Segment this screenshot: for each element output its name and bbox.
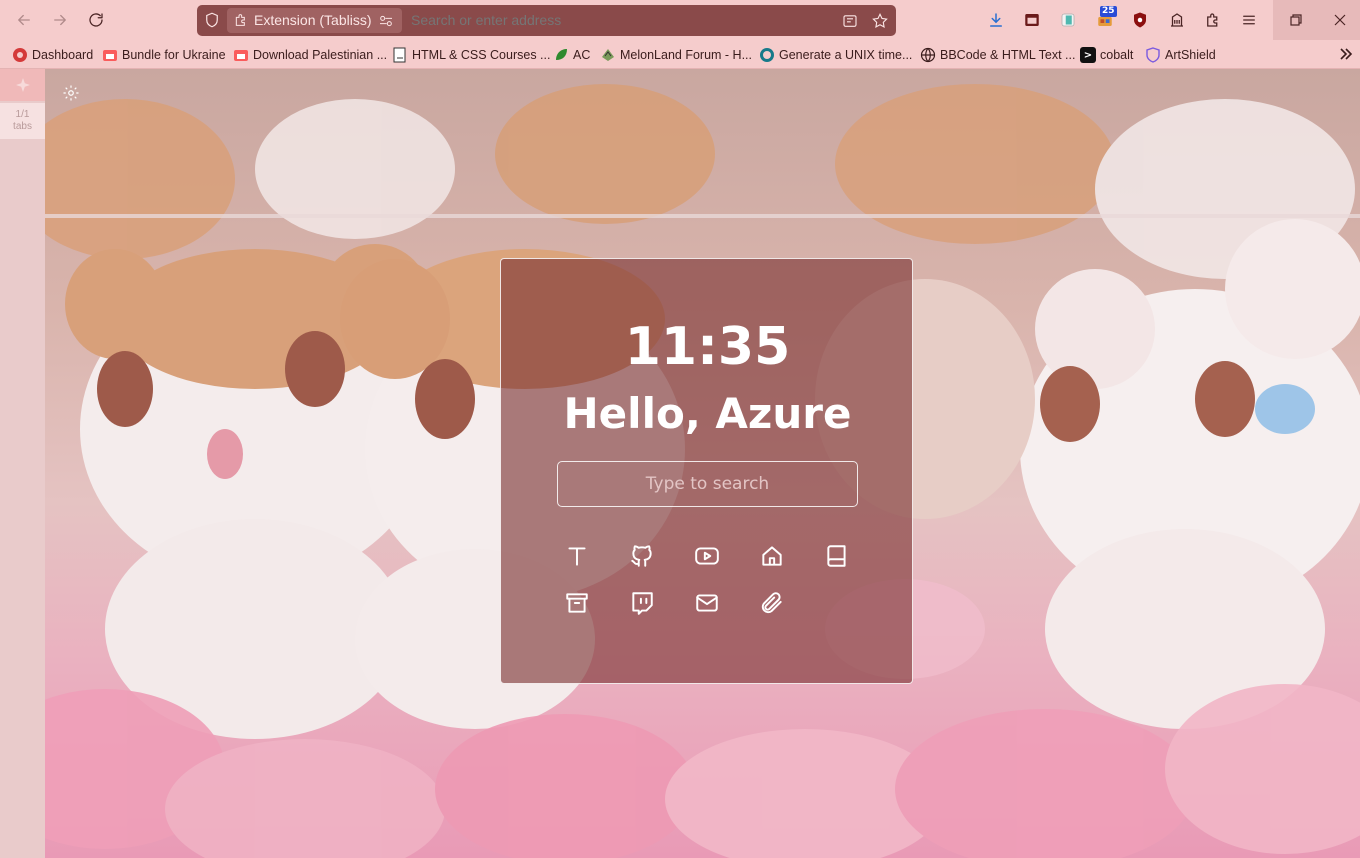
greeting-text: Hello, Azure — [563, 389, 852, 438]
window-red-icon — [1025, 14, 1039, 26]
leaf-icon — [553, 47, 569, 63]
bookmarks-toolbar: Dashboard Bundle for Ukraine Download Pa… — [0, 41, 1360, 69]
menu-button[interactable] — [1239, 10, 1259, 30]
ublock-button[interactable] — [1130, 10, 1150, 30]
github-icon — [631, 545, 652, 567]
search-input[interactable] — [557, 461, 858, 507]
ext-button-2[interactable] — [1058, 10, 1078, 30]
site-identity-box[interactable]: Extension (Tabliss) — [227, 8, 402, 33]
youtube-icon — [695, 547, 719, 565]
quick-link[interactable] — [628, 542, 656, 570]
home-icon — [762, 546, 782, 566]
card-teal-icon — [1061, 13, 1075, 27]
clock-teal-icon — [759, 47, 775, 63]
tab-count: 1/1 — [15, 109, 30, 120]
clock-time: 11:35 — [624, 317, 791, 377]
forward-button[interactable] — [46, 6, 74, 34]
quick-link[interactable] — [758, 589, 786, 617]
ublock-icon — [1134, 12, 1146, 28]
bookmark-label: Dashboard — [32, 48, 94, 62]
bookmark-label: MelonLand Forum - H... — [620, 48, 752, 62]
paperclip-icon — [761, 592, 782, 614]
bookmark-item[interactable]: HTML & CSS Courses ... — [392, 46, 550, 64]
quick-link[interactable] — [758, 542, 786, 570]
bookmark-item[interactable]: Bundle for Ukraine — [102, 46, 226, 64]
bookmark-item[interactable]: Download Palestinian ... — [233, 46, 387, 64]
restore-button[interactable] — [1273, 0, 1319, 40]
arrow-right-icon — [54, 14, 66, 26]
bookmark-item[interactable]: ArtShield — [1145, 46, 1216, 64]
text-icon — [568, 547, 586, 566]
browser-toolbar: Extension (Tabliss) 25 — [0, 0, 1360, 41]
sidebar-toggle[interactable] — [0, 69, 45, 101]
itch-icon — [233, 47, 249, 63]
quick-link[interactable] — [693, 542, 721, 570]
downloads-button[interactable] — [986, 10, 1006, 30]
bookmark-label: BBCode & HTML Text ... — [940, 48, 1076, 62]
quick-link[interactable] — [823, 542, 851, 570]
quick-link[interactable] — [563, 589, 591, 617]
extension-icon — [233, 12, 249, 28]
ext-button-5[interactable] — [1167, 10, 1187, 30]
back-button[interactable] — [10, 6, 38, 34]
mail-icon — [696, 594, 718, 612]
reader-view-icon[interactable] — [841, 12, 859, 30]
bookmark-item[interactable]: BBCode & HTML Text ... — [920, 46, 1075, 64]
settings-gear-icon[interactable] — [62, 84, 80, 102]
book-icon — [827, 545, 846, 567]
download-icon — [990, 13, 1002, 27]
quick-link[interactable] — [563, 542, 591, 570]
quick-link[interactable] — [628, 589, 656, 617]
bookmark-label: ArtShield — [1165, 48, 1216, 62]
reload-icon — [89, 13, 103, 27]
bookmark-label: Bundle for Ukraine — [122, 48, 226, 62]
extensions-button[interactable] — [1203, 10, 1223, 30]
bookmark-item[interactable]: Dashboard — [12, 46, 93, 64]
itch-icon — [102, 47, 118, 63]
reload-button[interactable] — [82, 6, 110, 34]
dashboard-panel: 11:35 Hello, Azure — [500, 258, 913, 684]
quick-link[interactable] — [693, 589, 721, 617]
close-window-button[interactable] — [1319, 0, 1360, 40]
puzzle-icon — [1207, 13, 1218, 27]
extension-badge: 25 — [1100, 6, 1117, 17]
tracking-shield-icon[interactable] — [203, 11, 221, 29]
page-icon — [392, 47, 408, 63]
globe-icon — [920, 47, 936, 63]
hamburger-icon — [1243, 15, 1255, 25]
shield-purple-icon — [1145, 47, 1161, 63]
bookmark-item[interactable]: MelonLand Forum - H... — [600, 46, 752, 64]
bookmark-label: cobalt — [1100, 48, 1134, 62]
tab-counter[interactable]: 1/1 tabs — [0, 103, 45, 139]
permissions-icon[interactable] — [378, 13, 394, 29]
twitch-icon — [632, 592, 653, 615]
tab-sidebar: 1/1 tabs — [0, 69, 45, 858]
tab-word: tabs — [13, 121, 32, 132]
bookmark-star-icon[interactable] — [871, 12, 889, 30]
bookmark-label: Download Palestinian ... — [253, 48, 388, 62]
ext-button-1[interactable] — [1022, 10, 1042, 30]
arrow-left-icon — [18, 14, 30, 26]
address-bar[interactable]: Extension (Tabliss) — [197, 5, 896, 36]
building-icon — [1171, 13, 1183, 27]
chevron-double-right-icon — [1340, 48, 1353, 60]
site-identity-label: Extension (Tabliss) — [254, 12, 372, 28]
terminal-icon: > — [1080, 47, 1096, 63]
bookmark-label: AC — [573, 48, 591, 62]
more-bookmarks-button[interactable] — [1338, 46, 1356, 64]
sparkle-icon — [15, 78, 30, 92]
archive-icon — [566, 593, 588, 613]
bookmark-item[interactable]: > cobalt — [1080, 46, 1133, 64]
bookmark-label: HTML & CSS Courses ... — [412, 48, 551, 62]
bookmark-item[interactable]: AC — [553, 46, 590, 64]
restore-icon — [1290, 14, 1302, 26]
gear-red-icon — [12, 47, 28, 63]
melon-icon — [600, 47, 616, 63]
url-input[interactable] — [411, 12, 811, 28]
close-icon — [1334, 14, 1345, 26]
bookmark-item[interactable]: Generate a UNIX time... — [759, 46, 912, 64]
bookmark-label: Generate a UNIX time... — [779, 48, 913, 62]
